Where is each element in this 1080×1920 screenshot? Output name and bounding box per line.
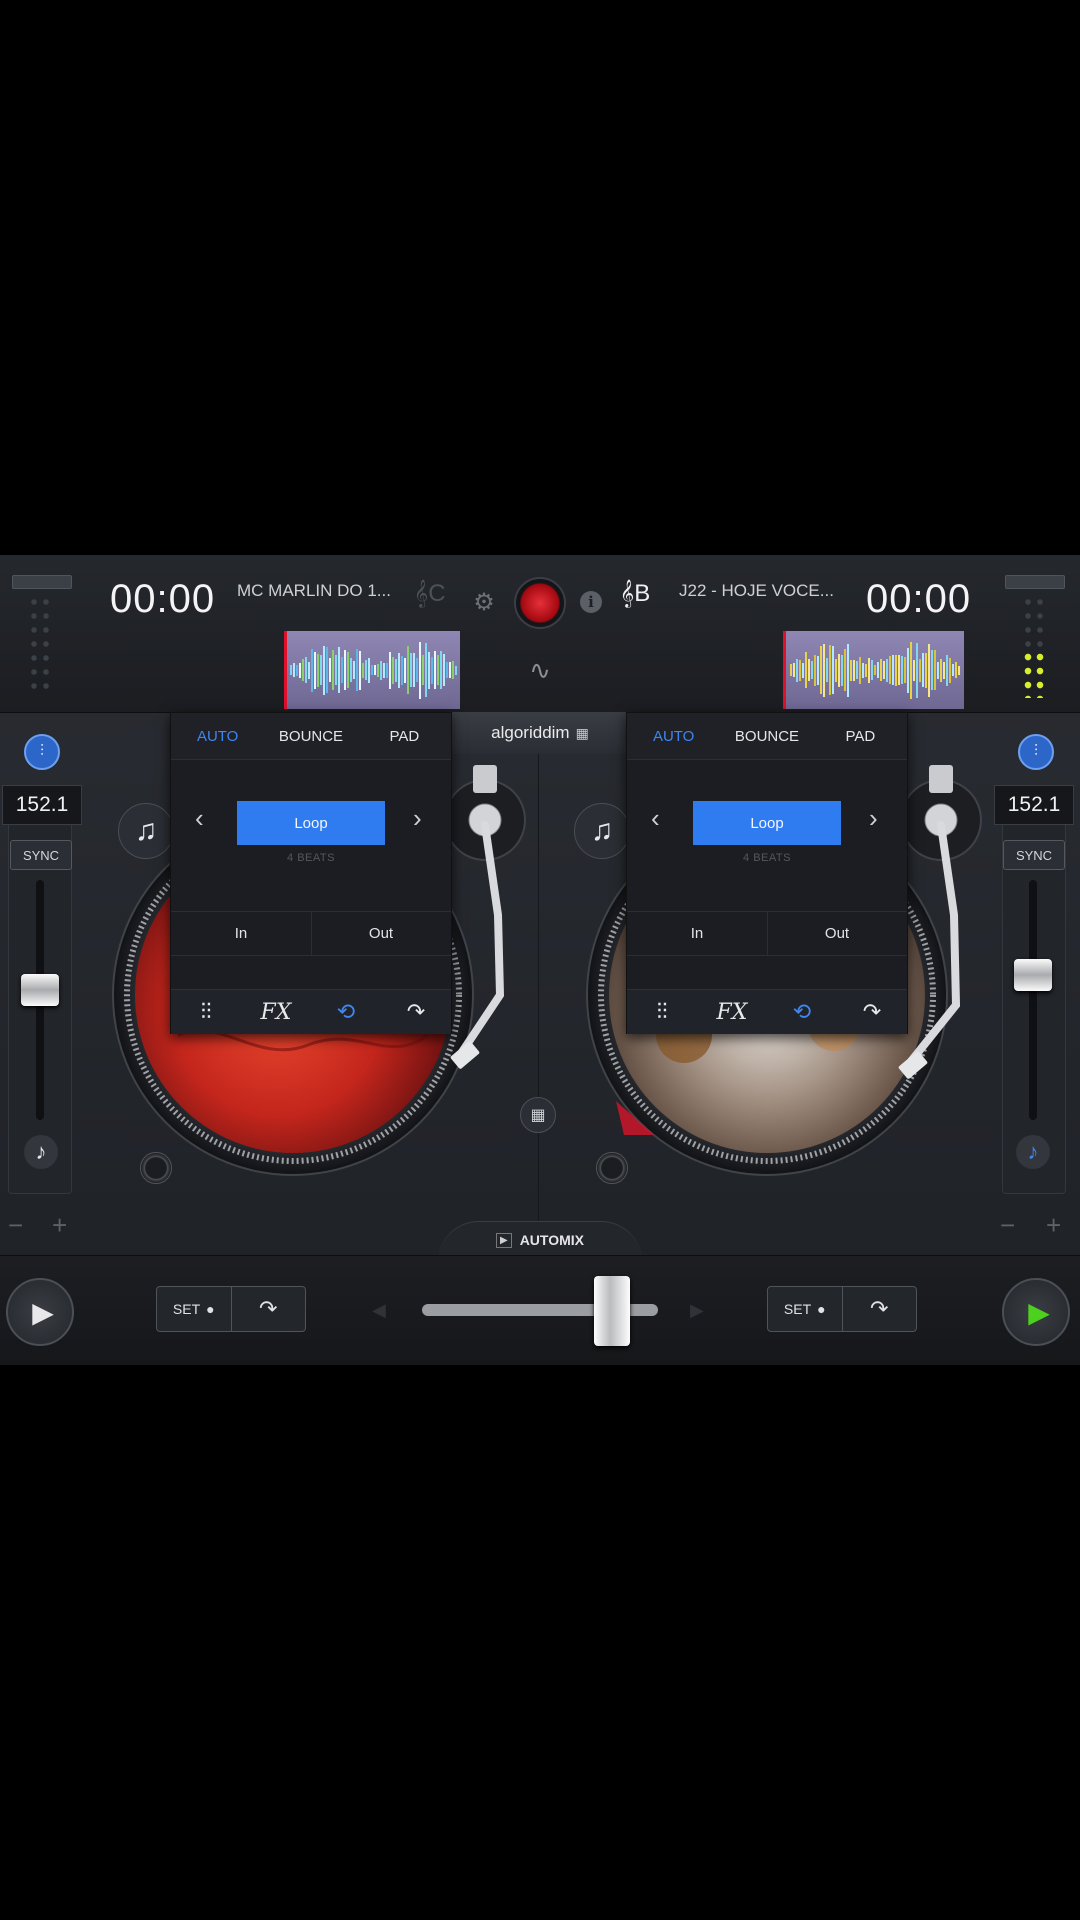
fx-icon[interactable]: FX [241,990,311,1034]
info-icon[interactable]: i [580,591,602,613]
crossfader-left-icon: ◀ [372,1300,386,1320]
deck-a-cue-knob[interactable] [140,1152,172,1184]
deck-b-loop-tabs: AUTO BOUNCE PAD [627,713,907,759]
deck-a-loop-out-button[interactable]: Out [311,911,451,955]
dj-app: 00:00 MC MARLIN DO 1... 𝄞C ⚙ i 𝄞B J22 - … [0,555,1080,1365]
top-bar: 00:00 MC MARLIN DO 1... 𝄞C ⚙ i 𝄞B J22 - … [0,555,1080,713]
play-icon: ▶ [1028,1296,1050,1328]
deck-b-slot [1005,575,1065,589]
deck-a-track-title[interactable]: MC MARLIN DO 1... [237,581,407,601]
deck-b-track-title[interactable]: J22 - HOJE VOCE... [679,581,849,601]
crossfader-knob[interactable] [594,1276,630,1346]
deck-b-level-meter-lit [1022,650,1046,698]
deck-a-slot [12,575,72,589]
deck-a-loop-panel: AUTO BOUNCE PAD ‹ Loop › 4 BEATS In Out … [170,712,452,1034]
deck-a-loop-next-button[interactable]: › [413,803,422,834]
deck-b-tab-auto[interactable]: AUTO [627,713,720,759]
play-small-icon: ▶ [495,1232,512,1248]
deck-b-tab-pad[interactable]: PAD [814,713,907,759]
deck-a-loop-in-button[interactable]: In [171,911,311,955]
deck-b-minus-button[interactable]: − [1000,1210,1015,1241]
deck-b-loop-beats: 4 BEATS [743,852,791,864]
deck-b-jump-cue-icon[interactable]: ↷ [841,1287,917,1331]
center-divider [538,754,539,1224]
crossfader-right-icon: ▶ [690,1300,704,1320]
eq-sliders-icon[interactable]: ⫶⫶ [627,990,697,1034]
deck-a-key[interactable]: 𝄞C [414,580,446,608]
deck-a-loop-prev-button[interactable]: ‹ [195,803,204,834]
loop-icon[interactable]: ⟲ [311,990,381,1034]
fx-icon[interactable]: FX [697,990,767,1034]
deck-a-cue-group: SET ● ↷ [156,1286,306,1332]
deck-a-key-label: C [428,580,446,607]
deck-a-time: 00:00 [110,577,216,621]
deck-b-eq-icon[interactable]: ⫶ [1018,734,1054,770]
deck-b-tab-bounce[interactable]: BOUNCE [720,713,813,759]
deck-b-loop-prev-button[interactable]: ‹ [651,803,660,834]
deck-a-play-button[interactable]: ▶ [6,1278,74,1346]
deck-a-tab-bounce[interactable]: BOUNCE [264,713,357,759]
deck-a-jump-cue-icon[interactable]: ↷ [230,1287,306,1331]
deck-b-sync-button[interactable]: SYNC [1003,840,1065,870]
deck-b-loop-out-button[interactable]: Out [767,911,907,955]
deck-b-cue-group: SET ● ↷ [767,1286,917,1332]
automix-button[interactable]: ▶ AUTOMIX [440,1225,640,1255]
deck-a-eq-icon[interactable]: ⫶ [24,734,60,770]
skip-icon[interactable]: ↷ [381,990,451,1034]
deck-a-panel-toolbar: ⫶⫶ FX ⟲ ↷ [171,989,451,1034]
deck-b-time: 00:00 [866,577,972,621]
deck-b-cue-knob[interactable] [596,1152,628,1184]
deck-a-level-meter [28,595,52,695]
deck-b-pitch-knob[interactable] [1014,959,1052,992]
gear-icon[interactable]: ⚙ [470,588,498,616]
eq-sliders-icon[interactable]: ⫶⫶ [171,990,241,1034]
treble-clef-icon: 𝄞 [620,580,635,607]
deck-a-plus-button[interactable]: + [52,1210,67,1241]
deck-b-set-cue-button[interactable]: SET ● [768,1287,842,1331]
deck-a-sync-button[interactable]: SYNC [10,840,72,870]
deck-a-add-track-icon[interactable]: ♫ [118,803,174,859]
deck-b-play-button[interactable]: ▶ [1002,1278,1070,1346]
deck-b-key-label: B [634,580,651,607]
record-icon[interactable] [514,577,566,629]
deck-b-playhead [783,631,786,709]
play-icon: ▶ [32,1296,54,1328]
deck-b-note-icon[interactable]: ♪ [1016,1135,1050,1169]
grid-icon[interactable]: ▦ [520,1097,556,1133]
dot-icon: ● [206,1301,215,1317]
deck-a-loop-tabs: AUTO BOUNCE PAD [171,713,451,759]
logo-text: algoriddim [491,723,570,742]
deck-a-playhead [284,631,287,709]
grid-logo-icon: ▦ [575,724,589,741]
dot-icon: ● [817,1301,826,1317]
deck-a-bpm[interactable]: 152.1 [2,785,82,825]
loop-icon[interactable]: ⟲ [767,990,837,1034]
treble-clef-icon: 𝄞 [414,580,429,607]
deck-b-loop-button[interactable]: Loop [693,801,841,845]
waveform-icon[interactable]: ∿ [522,655,558,685]
deck-a-pitch-knob[interactable] [21,973,59,1006]
deck-a-tab-auto[interactable]: AUTO [171,713,264,759]
deck-a-tonearm[interactable] [440,755,550,1125]
bottom-bar: ▶ SET ● ↷ ◀ ▶ SET ● ↷ ▶ [0,1255,1080,1365]
deck-a-note-icon[interactable]: ♪ [24,1135,58,1169]
deck-b-loop-next-button[interactable]: › [869,803,878,834]
deck-b-add-track-icon[interactable]: ♫ [574,803,630,859]
automix-label: AUTOMIX [519,1232,584,1248]
deck-b-key[interactable]: 𝄞B [620,580,650,608]
deck-b-pitch-slider[interactable] [1029,880,1037,1120]
deck-a-loop-beats: 4 BEATS [287,852,335,864]
deck-b-bpm[interactable]: 152.1 [994,785,1074,825]
deck-b-panel-toolbar: ⫶⫶ FX ⟲ ↷ [627,989,907,1034]
deck-b-tonearm[interactable] [896,755,1006,1125]
deck-a-minus-button[interactable]: − [8,1210,23,1241]
deck-a-loop-button[interactable]: Loop [237,801,385,845]
deck-b-loop-panel: AUTO BOUNCE PAD ‹ Loop › 4 BEATS In Out … [626,712,908,1034]
deck-b-loop-in-button[interactable]: In [627,911,767,955]
skip-icon[interactable]: ↷ [837,990,907,1034]
deck-a-tab-pad[interactable]: PAD [358,713,451,759]
deck-a-set-cue-button[interactable]: SET ● [157,1287,231,1331]
deck-b-plus-button[interactable]: + [1046,1210,1061,1241]
algoriddim-logo: algoriddim ▦ [452,712,628,754]
